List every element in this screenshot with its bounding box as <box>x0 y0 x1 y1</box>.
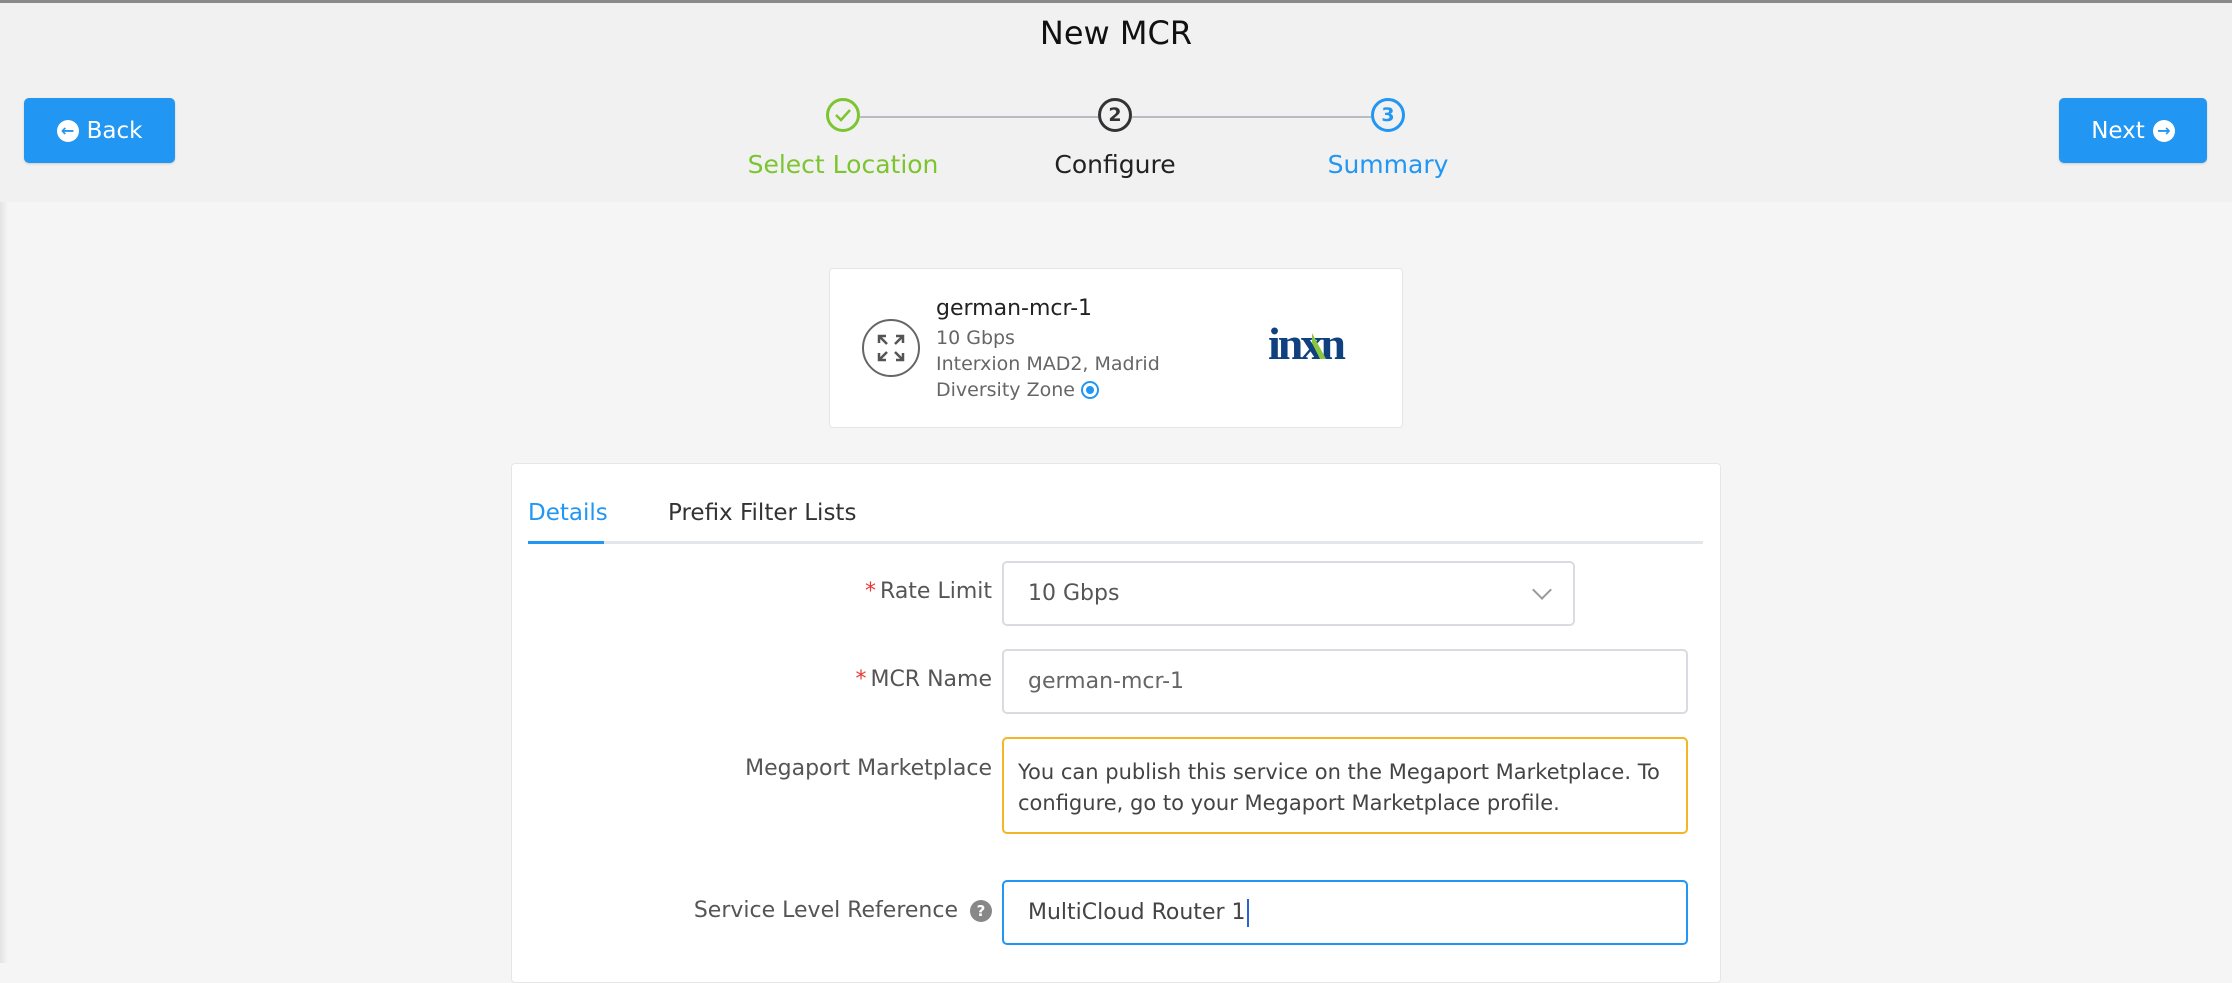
step-select-location-check-icon[interactable] <box>826 98 860 132</box>
service-level-label-text: Service Level Reference <box>693 898 958 923</box>
mcr-name-label: * MCR Name <box>855 667 992 692</box>
chevron-down-icon <box>1532 580 1552 600</box>
left-shade <box>0 202 8 963</box>
service-level-reference-label: Service Level Reference ? <box>694 898 992 923</box>
stepper-connector-1 <box>860 116 1098 118</box>
tabs-divider <box>528 541 1703 544</box>
service-level-value: MultiCloud Router 1 <box>1028 900 1246 925</box>
tab-details[interactable]: Details <box>528 500 608 526</box>
help-icon[interactable]: ? <box>970 899 992 922</box>
mcr-name-input[interactable]: german-mcr-1 <box>1002 649 1688 714</box>
step-select-location-label[interactable]: Select Location <box>713 150 973 179</box>
mcr-card-name: german-mcr-1 <box>936 296 1093 321</box>
required-marker: * <box>865 579 877 604</box>
step-summary-number[interactable]: 3 <box>1371 98 1405 132</box>
interxion-logo-text: inxn <box>1268 319 1345 369</box>
back-button[interactable]: ← Back <box>24 98 175 163</box>
interxion-logo: inxn <box>1268 318 1372 369</box>
step-summary-label[interactable]: Summary <box>1258 150 1518 179</box>
configuration-panel: Details Prefix Filter Lists * Rate Limit … <box>511 463 1721 983</box>
tab-prefix-filter-lists[interactable]: Prefix Filter Lists <box>668 500 856 526</box>
active-tab-indicator <box>528 541 604 544</box>
next-button[interactable]: Next → <box>2059 98 2207 163</box>
marketplace-label: Megaport Marketplace <box>745 756 992 781</box>
arrow-right-circle-icon: → <box>2152 119 2175 142</box>
step-configure-label: Configure <box>1054 150 1176 179</box>
mcr-name-value: german-mcr-1 <box>1028 669 1185 694</box>
mcr-name-label-text: MCR Name <box>870 667 992 692</box>
stepper-connector-2 <box>1132 116 1371 118</box>
next-button-label: Next <box>2091 117 2145 144</box>
diversity-zone-icon <box>1080 381 1099 399</box>
page-title: New MCR <box>1039 14 1193 52</box>
mcr-card-speed: 10 Gbps <box>936 327 1015 349</box>
mcr-summary-card: german-mcr-1 10 Gbps Interxion MAD2, Mad… <box>829 268 1403 428</box>
text-caret <box>1246 898 1249 927</box>
mcr-card-diversity-zone: Diversity Zone <box>936 379 1099 401</box>
rate-limit-label: * Rate Limit <box>865 579 992 604</box>
rate-limit-label-text: Rate Limit <box>880 579 992 604</box>
diversity-zone-label: Diversity Zone <box>936 379 1075 401</box>
mcr-router-icon <box>862 319 920 377</box>
mcr-card-location: Interxion MAD2, Madrid <box>936 353 1160 375</box>
arrow-left-circle-icon: ← <box>56 119 79 142</box>
rate-limit-value: 10 Gbps <box>1028 581 1120 606</box>
required-marker: * <box>855 667 867 692</box>
marketplace-notice: You can publish this service on the Mega… <box>1002 737 1688 834</box>
service-level-reference-input[interactable]: MultiCloud Router 1 <box>1002 880 1688 945</box>
back-button-label: Back <box>86 117 143 144</box>
step-configure-number: 2 <box>1098 98 1132 132</box>
rate-limit-select[interactable]: 10 Gbps <box>1002 561 1575 626</box>
